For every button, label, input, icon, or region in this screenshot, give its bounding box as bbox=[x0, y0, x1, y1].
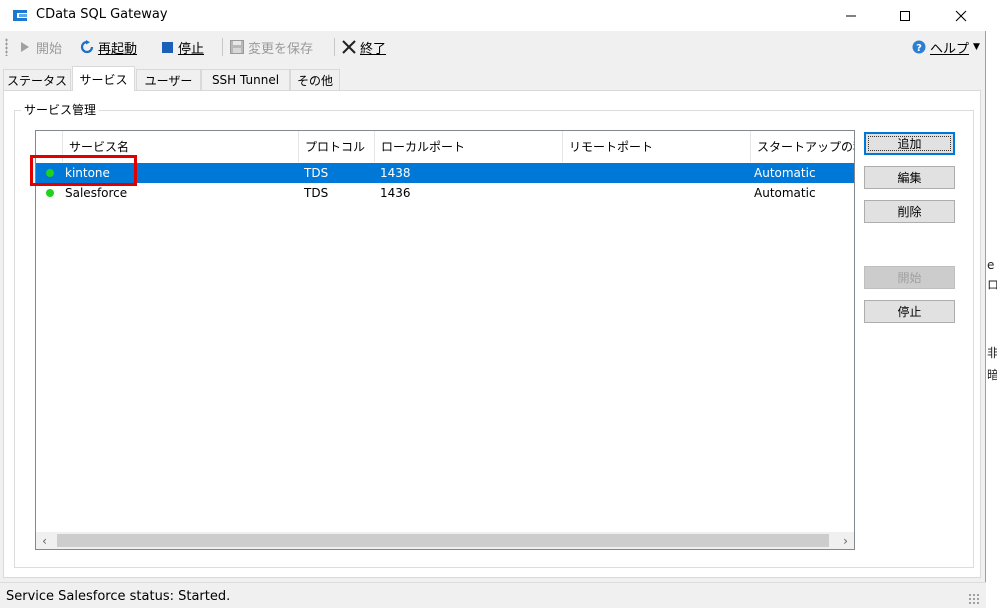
start-label: 開始 bbox=[36, 41, 63, 57]
help-label: ヘルプ bbox=[930, 41, 970, 57]
toolbar-separator bbox=[334, 38, 335, 56]
tab-users[interactable]: ユーザー bbox=[136, 69, 201, 90]
stop-label: 停止 bbox=[897, 305, 922, 319]
cell-startup: Automatic bbox=[754, 166, 816, 180]
background-text: 暗 bbox=[987, 368, 997, 382]
scroll-left-icon[interactable]: ‹ bbox=[36, 532, 53, 549]
stop-label: 停止 bbox=[178, 41, 205, 57]
highlight-annotation bbox=[30, 155, 137, 186]
column-header-remote-port[interactable]: リモートポート bbox=[563, 131, 751, 162]
table-row[interactable]: Salesforce TDS 1436 Automatic bbox=[36, 183, 854, 203]
save-changes-button[interactable]: 変更を保存 bbox=[230, 37, 313, 57]
column-label: プロトコル bbox=[305, 140, 366, 154]
toolbar-grip[interactable] bbox=[5, 38, 8, 56]
chevron-down-icon: ▼ bbox=[973, 42, 980, 52]
tab-services[interactable]: サービス bbox=[72, 66, 135, 91]
close-icon bbox=[955, 10, 967, 21]
service-list[interactable]: サービス名 プロトコル ローカルポート リモートポート スタートアップの種 ki… bbox=[35, 130, 855, 550]
cell-protocol: TDS bbox=[304, 166, 329, 180]
cell-startup: Automatic bbox=[754, 186, 816, 200]
tab-ssh-tunnel[interactable]: SSH Tunnel bbox=[201, 69, 290, 90]
column-header-startup[interactable]: スタートアップの種 bbox=[751, 131, 854, 162]
maximize-icon bbox=[900, 10, 910, 21]
cell-local-port: 1438 bbox=[380, 166, 411, 180]
stop-icon bbox=[160, 40, 174, 54]
column-label: サービス名 bbox=[69, 140, 130, 154]
status-bar: Service Salesforce status: Started. bbox=[0, 582, 986, 608]
tab-other[interactable]: その他 bbox=[290, 69, 340, 90]
restart-button[interactable]: 再起動 bbox=[80, 37, 137, 57]
app-window: CData SQL Gateway 開始 再起動 停止 変更を保存 終了 ? ヘ… bbox=[0, 0, 986, 608]
title-bar[interactable]: CData SQL Gateway bbox=[0, 0, 986, 31]
background-text: e bbox=[987, 258, 995, 272]
tab-label: サービス bbox=[79, 72, 128, 87]
status-dot-icon bbox=[46, 189, 54, 197]
save-changes-label: 変更を保存 bbox=[248, 41, 314, 57]
minimize-icon bbox=[846, 15, 856, 16]
exit-x-icon bbox=[342, 40, 356, 54]
column-label: スタートアップの種 bbox=[757, 140, 854, 154]
start-label: 開始 bbox=[897, 271, 922, 285]
scrollbar-thumb[interactable] bbox=[57, 534, 829, 547]
svg-text:?: ? bbox=[916, 43, 922, 54]
table-row[interactable]: kintone TDS 1438 Automatic bbox=[36, 163, 854, 183]
tab-label: ユーザー bbox=[144, 73, 193, 88]
save-icon bbox=[230, 40, 244, 54]
stop-service-button[interactable]: 停止 bbox=[864, 300, 955, 323]
cell-local-port: 1436 bbox=[380, 186, 411, 200]
restart-label: 再起動 bbox=[98, 41, 138, 57]
column-label: ローカルポート bbox=[381, 140, 466, 154]
column-header-local-port[interactable]: ローカルポート bbox=[375, 131, 563, 162]
exit-button[interactable]: 終了 bbox=[342, 37, 386, 57]
toolbar-separator bbox=[222, 38, 223, 56]
help-icon: ? bbox=[912, 40, 926, 54]
delete-button[interactable]: 削除 bbox=[864, 200, 955, 223]
toolbar: 開始 再起動 停止 変更を保存 終了 ? ヘルプ ▼ bbox=[0, 33, 986, 61]
add-label: 追加 bbox=[897, 137, 922, 151]
group-title: サービス管理 bbox=[21, 101, 100, 118]
restart-icon bbox=[80, 40, 94, 54]
tab-label: SSH Tunnel bbox=[211, 73, 280, 87]
start-service-button[interactable]: 開始 bbox=[864, 266, 955, 289]
background-text: ロ bbox=[987, 278, 997, 292]
delete-label: 削除 bbox=[897, 205, 922, 219]
play-icon bbox=[18, 40, 32, 54]
cell-protocol: TDS bbox=[304, 186, 329, 200]
cdata-logo-icon bbox=[13, 10, 27, 21]
cell-service-name: Salesforce bbox=[65, 186, 128, 200]
tab-label: その他 bbox=[296, 73, 333, 88]
status-text: Service Salesforce status: Started. bbox=[6, 589, 231, 604]
column-label: リモートポート bbox=[569, 140, 654, 154]
background-text: 非 bbox=[987, 346, 997, 360]
stop-button[interactable]: 停止 bbox=[160, 37, 204, 57]
maximize-button[interactable] bbox=[882, 0, 928, 31]
resize-grip-icon[interactable] bbox=[968, 593, 980, 605]
column-header-protocol[interactable]: プロトコル bbox=[299, 131, 375, 162]
exit-label: 終了 bbox=[360, 41, 387, 57]
window-title: CData SQL Gateway bbox=[36, 7, 168, 22]
edit-button[interactable]: 編集 bbox=[864, 166, 955, 189]
help-menu-button[interactable]: ? ヘルプ ▼ bbox=[912, 37, 980, 57]
tab-label: ステータス bbox=[6, 73, 67, 88]
add-button[interactable]: 追加 bbox=[864, 132, 955, 155]
list-header: サービス名 プロトコル ローカルポート リモートポート スタートアップの種 bbox=[36, 131, 854, 162]
scroll-right-icon[interactable]: › bbox=[837, 532, 854, 549]
horizontal-scrollbar[interactable]: ‹ › bbox=[36, 532, 854, 549]
minimize-button[interactable] bbox=[828, 0, 874, 31]
tab-status[interactable]: ステータス bbox=[3, 69, 71, 90]
close-button[interactable] bbox=[938, 0, 984, 31]
edit-label: 編集 bbox=[897, 171, 922, 185]
start-button[interactable]: 開始 bbox=[18, 37, 62, 57]
